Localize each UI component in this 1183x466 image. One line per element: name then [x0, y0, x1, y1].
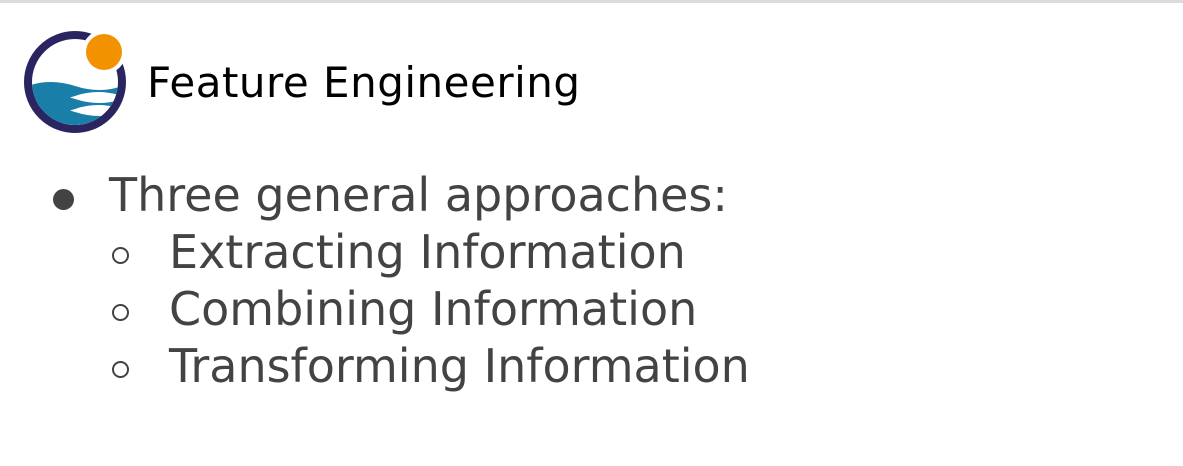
hollow-bullet-icon [112, 247, 129, 264]
bullet-text: Three general approaches: [109, 168, 728, 222]
sub-bullet-text: Extracting Information [169, 225, 686, 279]
slide: Feature Engineering Three general approa… [0, 0, 1183, 466]
hollow-bullet-icon [112, 361, 129, 378]
sub-bullet-text: Combining Information [169, 282, 698, 336]
sun-over-waves-logo-icon [20, 30, 130, 136]
filled-bullet-icon [53, 189, 74, 210]
top-divider [0, 0, 1183, 3]
hollow-bullet-icon [112, 304, 129, 321]
slide-title: Feature Engineering [147, 58, 581, 107]
sub-bullet-text: Transforming Information [169, 339, 750, 393]
